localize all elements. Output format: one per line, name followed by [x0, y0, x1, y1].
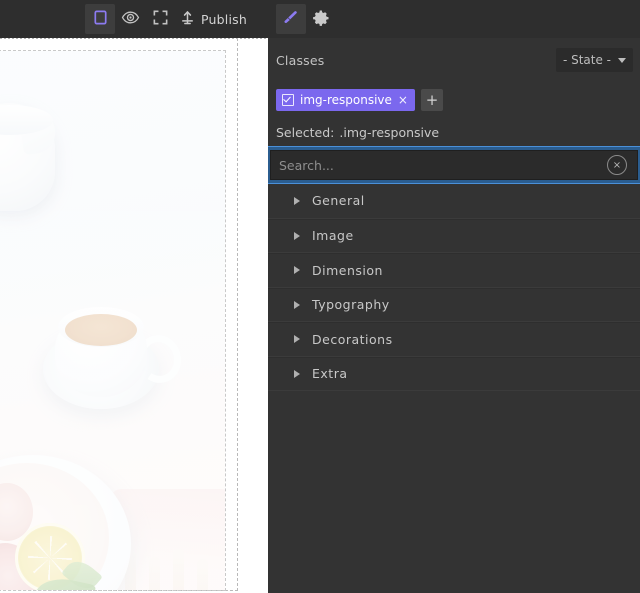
upload-icon — [179, 9, 196, 30]
section-label: Typography — [312, 297, 390, 313]
top-toolbar: Publish — [0, 0, 640, 38]
close-icon[interactable]: × — [398, 94, 408, 106]
gear-icon — [312, 9, 329, 30]
style-manager-button[interactable] — [275, 4, 306, 34]
selected-class-row: Selected: .img-responsive — [268, 118, 640, 146]
square-device-icon — [92, 9, 109, 30]
fullscreen-icon — [152, 9, 169, 30]
settings-button[interactable] — [306, 4, 336, 34]
style-search-box[interactable]: × — [270, 150, 638, 180]
chevron-right-icon — [294, 231, 300, 240]
section-dimension[interactable]: Dimension — [268, 253, 640, 288]
publish-button[interactable]: Publish — [175, 4, 253, 34]
class-tags-row: img-responsive × + — [268, 82, 640, 118]
selected-value: .img-responsive — [339, 124, 440, 140]
app-root: Publish Classes - State - img-responsive… — [0, 0, 640, 593]
chevron-right-icon — [294, 335, 300, 344]
preview-button[interactable] — [115, 4, 145, 34]
section-decorations[interactable]: Decorations — [268, 322, 640, 357]
paint-brush-icon — [282, 9, 299, 30]
clear-search-icon[interactable]: × — [607, 155, 627, 175]
section-label: Dimension — [312, 262, 383, 278]
section-typography[interactable]: Typography — [268, 287, 640, 322]
eye-icon — [121, 8, 140, 31]
device-manager-button[interactable] — [85, 4, 115, 34]
chevron-right-icon — [294, 266, 300, 275]
photo-popsicle-stick — [197, 559, 208, 590]
selected-label: Selected: — [276, 124, 335, 140]
publish-label: Publish — [201, 11, 247, 27]
class-tag-label: img-responsive — [300, 93, 392, 107]
panel-empty-area — [268, 391, 640, 546]
photo-popsicle-stick — [173, 549, 184, 590]
fullscreen-button[interactable] — [145, 4, 175, 34]
class-tag-img-responsive[interactable]: img-responsive × — [276, 89, 415, 111]
section-label: General — [312, 193, 365, 209]
canvas-viewport[interactable] — [0, 38, 268, 593]
section-label: Extra — [312, 366, 348, 382]
toolbar-left-group: Publish — [85, 0, 253, 38]
style-search-focus-ring: × — [268, 146, 640, 184]
selected-image-element[interactable] — [0, 50, 226, 591]
section-label: Decorations — [312, 331, 393, 347]
classes-title: Classes — [276, 52, 325, 68]
photo-popsicle-stick — [149, 557, 160, 590]
chevron-right-icon — [294, 369, 300, 378]
chevron-right-icon — [294, 196, 300, 205]
chevron-right-icon — [294, 300, 300, 309]
checkbox-icon[interactable] — [282, 94, 294, 106]
section-image[interactable]: Image — [268, 218, 640, 253]
style-manager-panel: Classes - State - img-responsive × + Sel… — [268, 38, 640, 593]
classes-header: Classes - State - — [268, 38, 640, 82]
add-class-button[interactable]: + — [420, 89, 443, 111]
image-photo — [0, 51, 225, 590]
state-select[interactable]: - State - — [555, 48, 633, 72]
section-extra[interactable]: Extra — [268, 356, 640, 391]
section-general[interactable]: General — [268, 184, 640, 219]
style-sections-accordion: General Image Dimension Typography Decor… — [268, 184, 640, 391]
chevron-down-icon — [618, 57, 626, 63]
toolbar-right-group — [275, 0, 336, 38]
photo-coffee-liquid — [65, 314, 137, 346]
section-label: Image — [312, 228, 354, 244]
state-select-label: - State - — [562, 53, 611, 67]
search-input[interactable] — [279, 157, 607, 173]
